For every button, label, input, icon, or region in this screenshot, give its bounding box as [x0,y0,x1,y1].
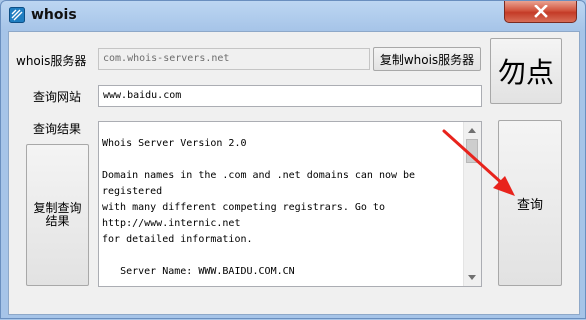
annotation-arrow [442,129,515,196]
app-window: whois whois服务器 com.whois-servers.net 复制w… [0,0,586,319]
